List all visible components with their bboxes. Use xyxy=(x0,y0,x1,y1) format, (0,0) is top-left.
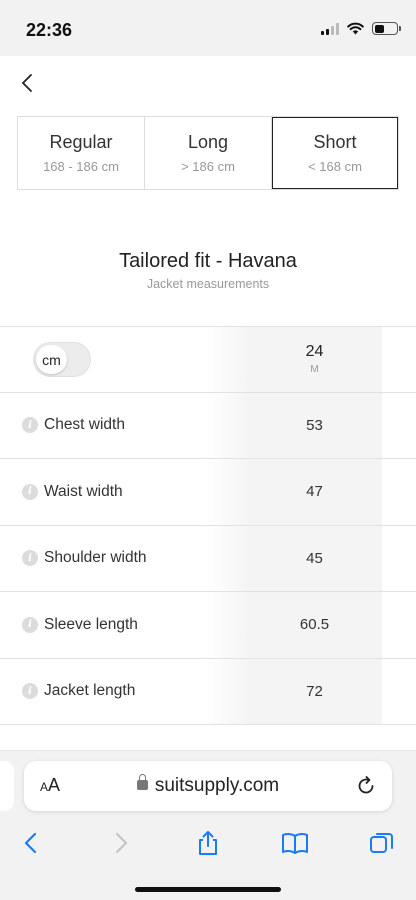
fit-subtitle: Jacket measurements xyxy=(146,277,270,291)
length-option-range: < 168 cm xyxy=(308,159,362,174)
size-column-header: 24 M xyxy=(247,327,382,392)
measurement-label: Waist width xyxy=(44,482,123,500)
battery-icon xyxy=(372,22,401,35)
cellular-signal-icon xyxy=(321,22,339,35)
chevron-left-icon xyxy=(21,74,32,92)
table-row: 60.5 i Sleeve length xyxy=(0,592,416,659)
length-option-short[interactable]: Short < 168 cm xyxy=(272,117,398,189)
browser-toolbar xyxy=(0,821,416,865)
url-text: suitsupply.com xyxy=(154,775,280,796)
previous-tab-preview[interactable] xyxy=(0,761,14,811)
status-icons xyxy=(321,22,401,35)
fit-title: Tailored fit - Havana xyxy=(119,250,297,272)
forward-nav-icon[interactable] xyxy=(106,829,134,857)
measurement-label: Sleeve length xyxy=(44,615,138,633)
length-option-range: 168 - 186 cm xyxy=(43,159,119,174)
measurement-label: Jacket length xyxy=(44,682,136,700)
length-option-range: > 186 cm xyxy=(181,159,235,174)
status-time: 22:36 xyxy=(26,20,73,40)
info-icon[interactable]: i xyxy=(22,417,38,434)
back-nav-icon[interactable] xyxy=(18,829,46,857)
info-icon[interactable]: i xyxy=(22,483,38,500)
bookmarks-icon[interactable] xyxy=(281,829,309,857)
measurements-table: 24 M cm 53 i Chest width 47 i Waist widt… xyxy=(0,326,416,725)
wifi-icon xyxy=(347,22,364,35)
info-icon[interactable]: i xyxy=(22,683,38,700)
measurement-value: 53 xyxy=(306,416,323,434)
measurement-value: 72 xyxy=(306,682,323,700)
table-row: 45 i Shoulder width xyxy=(0,525,416,592)
size-number: 24 xyxy=(305,343,324,361)
size-letter: M xyxy=(310,364,319,376)
size-header-row: 24 M cm xyxy=(0,326,416,393)
reload-icon[interactable] xyxy=(354,774,378,798)
unit-toggle[interactable]: cm xyxy=(33,342,91,377)
table-row: 53 i Chest width xyxy=(0,392,416,459)
unit-toggle-knob: cm xyxy=(36,345,67,374)
home-indicator[interactable] xyxy=(135,887,281,892)
length-selector: Regular 168 - 186 cm Long > 186 cm Short… xyxy=(17,116,399,190)
url-display: suitsupply.com xyxy=(24,774,392,797)
info-icon[interactable]: i xyxy=(22,550,38,567)
lock-icon xyxy=(136,774,148,790)
length-option-regular[interactable]: Regular 168 - 186 cm xyxy=(18,117,145,189)
length-option-title: Regular xyxy=(49,132,113,152)
share-icon[interactable] xyxy=(194,829,222,857)
measurement-label: Shoulder width xyxy=(44,549,147,567)
table-row: 47 i Waist width xyxy=(0,459,416,526)
back-button[interactable] xyxy=(12,68,42,98)
measurement-label: Chest width xyxy=(44,416,125,434)
table-row: 72 i Jacket length xyxy=(0,658,416,725)
size-guide-page: Regular 168 - 186 cm Long > 186 cm Short… xyxy=(0,56,416,750)
browser-bottom-bar: AA suitsupply.com xyxy=(0,750,416,900)
length-option-long[interactable]: Long > 186 cm xyxy=(145,117,272,189)
measurement-value: 47 xyxy=(306,483,323,501)
measurement-value: 60.5 xyxy=(299,616,330,634)
length-option-title: Long xyxy=(187,132,229,152)
status-bar: 22:36 xyxy=(0,0,416,56)
length-option-title: Short xyxy=(313,132,357,152)
info-icon[interactable]: i xyxy=(22,616,38,633)
tabs-icon[interactable] xyxy=(368,829,396,857)
measurement-value: 45 xyxy=(306,549,323,567)
address-bar[interactable]: AA suitsupply.com xyxy=(24,761,392,811)
